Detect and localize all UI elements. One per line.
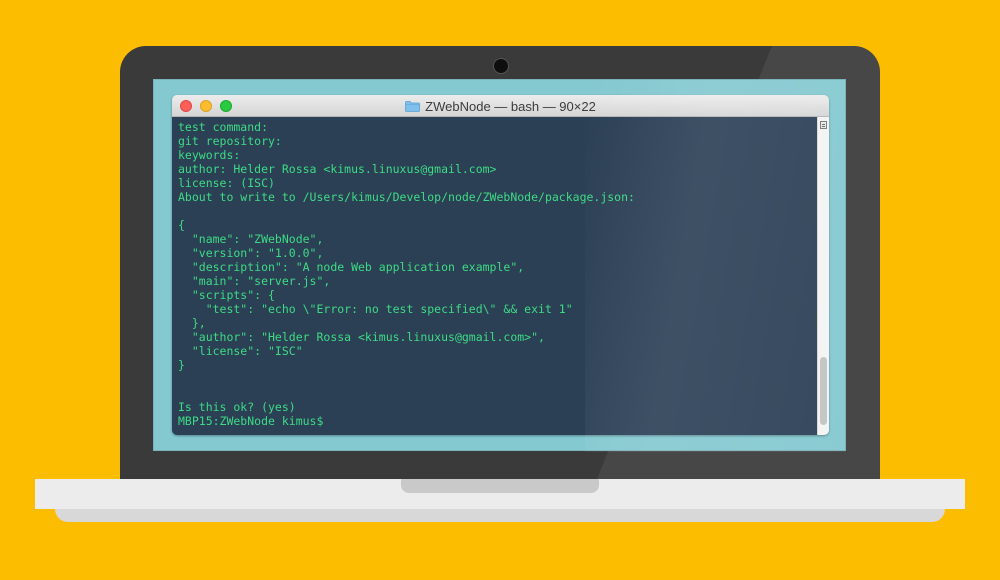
- terminal-output-area[interactable]: test command: git repository: keywords: aut…: [172, 117, 817, 435]
- terminal-line: git repository:: [178, 134, 282, 148]
- terminal-output: test command: git repository: keywords: aut…: [172, 117, 817, 431]
- terminal-line: }: [178, 358, 185, 372]
- scroll-thumb[interactable]: [820, 357, 827, 425]
- camera-icon: [493, 58, 509, 74]
- scrollbar[interactable]: [817, 117, 829, 435]
- terminal-line: keywords:: [178, 148, 241, 162]
- terminal-line: "author": "Helder Rossa <kimus.linuxus@g…: [178, 330, 545, 344]
- terminal-line: About to write to /Users/kimus/Develop/n…: [178, 190, 635, 204]
- terminal-line: "description": "A node Web application e…: [178, 260, 525, 274]
- folder-icon: [405, 100, 421, 112]
- laptop-notch: [401, 479, 599, 493]
- terminal-line: test command:: [178, 120, 269, 134]
- terminal-window: ZWebNode — bash — 90×22 test command: git…: [172, 95, 829, 435]
- terminal-line: "scripts": {: [178, 288, 275, 302]
- terminal-line: Is this ok? (yes): [178, 400, 296, 414]
- terminal-line: "main": "server.js",: [178, 274, 331, 288]
- terminal-line: author: Helder Rossa <kimus.linuxus@gmai…: [178, 162, 497, 176]
- terminal-line: {: [178, 218, 185, 232]
- terminal-line: "name": "ZWebNode",: [178, 232, 324, 246]
- window-title: ZWebNode — bash — 90×22: [425, 98, 596, 114]
- laptop-screen: ZWebNode — bash — 90×22 test command: git…: [153, 79, 846, 452]
- terminal-line: },: [178, 316, 206, 330]
- title-wrap: ZWebNode — bash — 90×22: [172, 95, 829, 117]
- terminal-line: "license": "ISC": [178, 344, 303, 358]
- terminal-line: "version": "1.0.0",: [178, 246, 324, 260]
- scroll-menu-icon[interactable]: [820, 121, 827, 129]
- terminal-line: license: (ISC): [178, 176, 275, 190]
- laptop-bottom: [55, 509, 945, 522]
- title-bar[interactable]: ZWebNode — bash — 90×22: [172, 95, 829, 117]
- terminal-line: "test": "echo \"Error: no test specified…: [178, 302, 573, 316]
- terminal-line: MBP15:ZWebNode kimus$: [178, 414, 324, 428]
